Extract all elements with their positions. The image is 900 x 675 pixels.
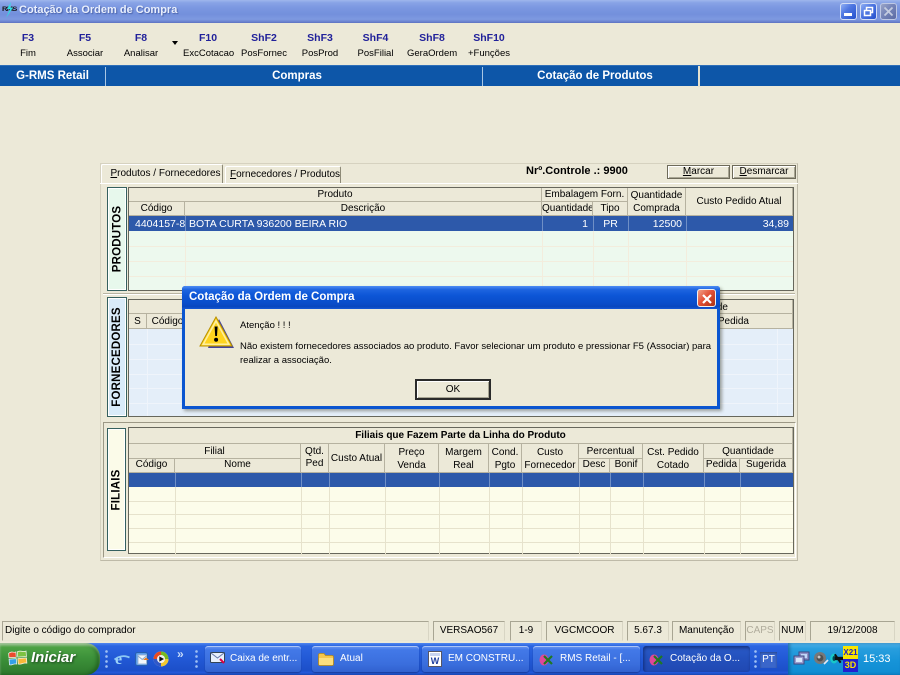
svg-text:W: W bbox=[431, 656, 440, 666]
